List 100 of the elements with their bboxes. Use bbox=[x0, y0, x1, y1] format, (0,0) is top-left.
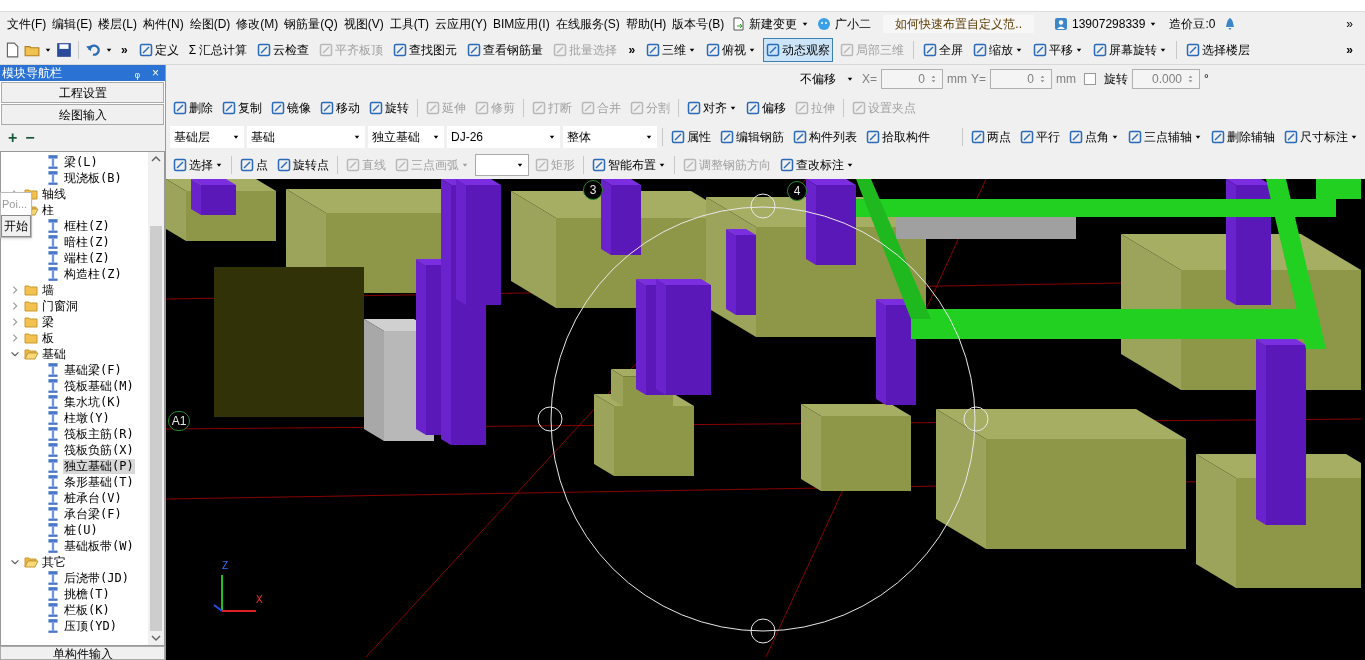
section-button[interactable]: 绘图输入 bbox=[1, 104, 164, 125]
collapse-all-button[interactable]: − bbox=[25, 130, 35, 146]
start-button[interactable]: 开始 bbox=[1, 215, 31, 237]
y-offset-field[interactable]: 0 bbox=[990, 69, 1053, 89]
scroll-thumb[interactable] bbox=[150, 226, 162, 631]
toolbar-button[interactable]: 选择 bbox=[170, 153, 226, 177]
tree-item[interactable]: 桩承台(V) bbox=[63, 490, 123, 506]
menu-item[interactable]: 云应用(Y) bbox=[432, 14, 490, 33]
pin-button[interactable]: ᵩ bbox=[130, 67, 144, 79]
tree-item[interactable]: 基础梁(F) bbox=[63, 362, 123, 378]
toolbar-button[interactable]: 复制 bbox=[219, 95, 265, 120]
offset-dropdown[interactable]: 不偏移 bbox=[796, 70, 858, 88]
toolbar-button[interactable]: 偏移 bbox=[743, 95, 789, 120]
toolbar-button[interactable]: 定义 bbox=[135, 37, 182, 62]
toolbar-button[interactable]: Σ 汇总计算 bbox=[185, 37, 251, 62]
toolbar-button[interactable]: 镜像 bbox=[268, 95, 314, 120]
menu-item[interactable]: 钢筋量(Q) bbox=[281, 14, 341, 33]
menu-item[interactable]: 构件(N) bbox=[140, 14, 187, 33]
tree-item[interactable]: 挑檐(T) bbox=[63, 586, 111, 602]
menu-item[interactable]: 楼层(L) bbox=[95, 14, 140, 33]
assistant-button[interactable]: 广小二 bbox=[813, 14, 876, 33]
orbit-circle[interactable] bbox=[537, 193, 989, 644]
toolbar-button[interactable]: 平移 bbox=[1030, 37, 1087, 62]
toolbar-button[interactable]: 三点辅轴 bbox=[1125, 124, 1205, 149]
tree-item[interactable]: 梁 bbox=[41, 313, 55, 331]
toolbar-button[interactable]: 两点 bbox=[968, 124, 1014, 149]
component-dropdown[interactable]: 整体 bbox=[563, 125, 658, 148]
tree-item[interactable]: 承台梁(F) bbox=[63, 506, 123, 522]
menu-item[interactable]: 版本号(B) bbox=[669, 14, 728, 33]
tree-item[interactable]: 后浇带(JD) bbox=[63, 570, 130, 586]
tree-item[interactable]: 筏板主筋(R) bbox=[63, 426, 135, 442]
shape-dropdown[interactable] bbox=[475, 154, 529, 176]
toolbar-button[interactable]: 属性 bbox=[668, 124, 715, 149]
menu-item[interactable]: 在线服务(S) bbox=[552, 14, 623, 33]
menu-item[interactable]: 绘图(D) bbox=[186, 14, 234, 33]
toolbar-button[interactable]: 查找图元 bbox=[390, 37, 461, 62]
toolbar-button[interactable]: 全屏 bbox=[920, 37, 967, 62]
toolbar-button[interactable]: 拾取构件 bbox=[863, 124, 934, 149]
toolbar-button[interactable]: 三维 bbox=[643, 37, 700, 62]
section-button[interactable]: 单构件输入 bbox=[0, 646, 165, 660]
tree-item[interactable]: 门窗洞 bbox=[41, 297, 79, 315]
menu-item[interactable]: 修改(M) bbox=[233, 14, 282, 33]
menu-item[interactable]: BIM应用(I) bbox=[490, 14, 553, 33]
tree-item[interactable]: 筏板基础(M) bbox=[63, 378, 135, 394]
close-button[interactable]: × bbox=[148, 67, 163, 79]
toolbar-button[interactable]: 查看钢筋量 bbox=[464, 37, 547, 62]
menu-item[interactable]: 编辑(E) bbox=[49, 14, 96, 33]
toolbar-button[interactable]: 缩放 bbox=[970, 37, 1027, 62]
tree-item[interactable]: 轴线 bbox=[41, 185, 67, 203]
tree-item[interactable]: 基础 bbox=[41, 345, 67, 363]
overflow-chevron[interactable]: » bbox=[1338, 40, 1361, 59]
menu-item[interactable]: 工具(T) bbox=[386, 14, 432, 33]
toolbar-button[interactable]: 编辑钢筋 bbox=[717, 124, 788, 149]
tree-item[interactable]: 栏板(K) bbox=[63, 602, 111, 618]
toolbar-button[interactable]: 删除辅轴 bbox=[1208, 124, 1278, 149]
toolbar-button[interactable]: 智能布置 bbox=[589, 153, 669, 177]
component-dropdown[interactable]: 基础 bbox=[246, 125, 366, 148]
tree-item[interactable]: 板 bbox=[41, 329, 55, 347]
tree-item[interactable]: 柱墩(Y) bbox=[63, 410, 111, 426]
rotate-checkbox[interactable] bbox=[1084, 73, 1097, 85]
toolbar-button[interactable]: 云检查 bbox=[254, 37, 313, 62]
tree-item[interactable]: 筏板负筋(X) bbox=[63, 442, 135, 458]
toolbar-button[interactable]: 点角 bbox=[1066, 124, 1122, 149]
overflow-chevron[interactable]: » bbox=[624, 40, 640, 59]
toolbar-button[interactable]: 构件列表 bbox=[790, 124, 861, 149]
tree-item[interactable]: 构造柱(Z) bbox=[63, 266, 123, 282]
help-link[interactable]: 如何快速布置自定义范.. bbox=[883, 14, 1034, 33]
toolbar-button[interactable]: 动态观察 bbox=[763, 37, 834, 62]
toolbar-button[interactable]: 对齐 bbox=[684, 95, 740, 120]
x-offset-field[interactable]: 0 bbox=[881, 69, 943, 89]
tree-item[interactable]: 现浇板(B) bbox=[63, 170, 123, 186]
tree-item[interactable]: 柱 bbox=[41, 201, 55, 219]
new-change-button[interactable]: 新建变更 bbox=[727, 14, 814, 33]
component-dropdown[interactable]: DJ-26 bbox=[447, 125, 561, 148]
tree-item[interactable]: 基础板带(W) bbox=[63, 538, 135, 554]
tree-item[interactable]: 梁(L) bbox=[63, 154, 99, 170]
toolbar-button[interactable]: 查改标注 bbox=[777, 153, 857, 177]
menu-item[interactable]: 帮助(H) bbox=[622, 14, 670, 33]
toolbar-button[interactable]: 平行 bbox=[1017, 124, 1063, 149]
rotation-field[interactable]: 0.000 bbox=[1132, 69, 1201, 89]
section-button[interactable]: 工程设置 bbox=[1, 82, 164, 103]
toolbar-button[interactable]: 尺寸标注 bbox=[1281, 124, 1361, 149]
toolbar-button[interactable]: 点 bbox=[237, 153, 271, 177]
tree-item[interactable]: 暗柱(Z) bbox=[63, 234, 111, 250]
menu-item[interactable]: 视图(V) bbox=[340, 14, 387, 33]
tree-item[interactable]: 独立基础(P) bbox=[63, 458, 135, 474]
tree-item[interactable]: 条形基础(T) bbox=[63, 474, 135, 490]
component-dropdown[interactable]: 独立基础 bbox=[368, 125, 445, 148]
toolbar-button[interactable]: 移动 bbox=[317, 95, 363, 120]
menu-item[interactable]: 文件(F) bbox=[4, 14, 50, 33]
overflow-chevron[interactable]: » bbox=[117, 40, 132, 59]
overflow-chevron[interactable]: » bbox=[1338, 14, 1361, 33]
tree-item[interactable]: 桩(U) bbox=[63, 522, 99, 538]
toolbar-button[interactable]: 删除 bbox=[170, 95, 216, 120]
scrollbar[interactable] bbox=[148, 152, 164, 645]
toolbar-button[interactable]: 俯视 bbox=[703, 37, 760, 62]
user-account-button[interactable]: 13907298339 bbox=[1050, 14, 1162, 33]
toolbar-button[interactable]: 选择楼层 bbox=[1183, 37, 1254, 62]
tree-item[interactable]: 其它 bbox=[41, 553, 67, 571]
toolbar-button[interactable]: 屏幕旋转 bbox=[1090, 37, 1171, 62]
